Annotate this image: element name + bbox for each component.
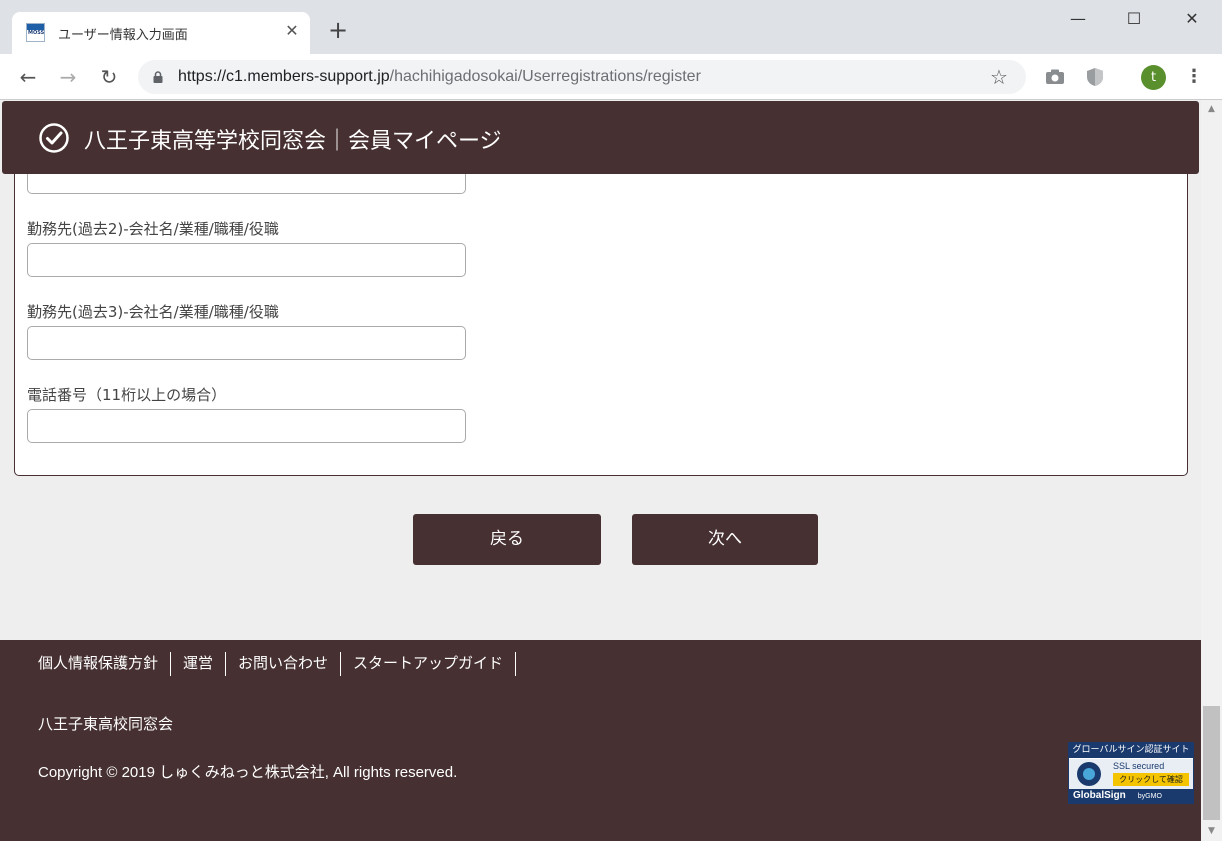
footer-link-operation[interactable]: 運営 bbox=[171, 652, 227, 676]
seal-click-text: クリックして確認 bbox=[1113, 773, 1189, 786]
tab-title: ユーザー情報入力画面 bbox=[58, 28, 188, 43]
seal-by: byGMO bbox=[1137, 793, 1162, 800]
site-footer: 個人情報保護方針 運営 お問い合わせ スタートアップガイド 八王子東高校同窓会 … bbox=[0, 640, 1201, 841]
footer-copyright: Copyright © 2019 しゅくみねっと株式会社, All rights… bbox=[38, 764, 458, 781]
menu-icon[interactable]: ⋮ bbox=[1184, 65, 1204, 89]
past-employer-3-input[interactable] bbox=[27, 326, 466, 360]
back-icon[interactable]: ← bbox=[14, 63, 42, 91]
seal-ssl-text: SSL secured bbox=[1113, 761, 1165, 771]
footer-org-name: 八王子東高校同窓会 bbox=[38, 715, 174, 733]
eye-icon bbox=[1077, 762, 1101, 786]
new-tab-button[interactable]: + bbox=[326, 18, 350, 42]
back-button[interactable]: 戻る bbox=[413, 514, 601, 565]
shield-icon[interactable] bbox=[1084, 66, 1106, 88]
footer-link-privacy[interactable]: 個人情報保護方針 bbox=[26, 652, 172, 676]
phone-input[interactable] bbox=[27, 409, 466, 443]
scroll-down-icon[interactable]: ▼ bbox=[1201, 824, 1222, 838]
maximize-button[interactable]: ☐ bbox=[1114, 4, 1154, 34]
scroll-thumb[interactable] bbox=[1203, 706, 1220, 820]
form-card: 勤務先(過去2)-会社名/業種/職種/役職 勤務先(過去3)-会社名/業種/職種… bbox=[14, 140, 1188, 476]
vertical-scrollbar[interactable]: ▲ ▼ bbox=[1201, 100, 1222, 841]
tab-close-icon[interactable]: ✕ bbox=[282, 21, 302, 41]
browser-toolbar: ← → ↻ https://c1.members-support.jp/hach… bbox=[0, 54, 1222, 100]
footer-link-startup-guide[interactable]: スタートアップガイド bbox=[341, 652, 517, 676]
field-label-past-employer-3: 勤務先(過去3)-会社名/業種/職種/役職 bbox=[27, 303, 279, 321]
footer-link-contact[interactable]: お問い合わせ bbox=[226, 652, 342, 676]
minimize-button[interactable]: — bbox=[1058, 4, 1098, 34]
profile-avatar[interactable]: t bbox=[1141, 65, 1166, 90]
address-bar[interactable]: https://c1.members-support.jp/hachihigad… bbox=[138, 60, 1026, 94]
url-text[interactable]: https://c1.members-support.jp/hachihigad… bbox=[178, 68, 701, 86]
close-window-button[interactable]: ✕ bbox=[1172, 4, 1212, 34]
bookmark-star-icon[interactable]: ☆ bbox=[990, 65, 1008, 89]
camera-icon[interactable] bbox=[1044, 66, 1066, 88]
site-header: 八王子東高等学校同窓会｜会員マイページ bbox=[2, 101, 1199, 174]
reload-icon[interactable]: ↻ bbox=[95, 63, 123, 91]
favicon-icon: MOSS bbox=[26, 23, 45, 42]
footer-links: 個人情報保護方針 運営 お問い合わせ スタートアップガイド bbox=[26, 652, 517, 676]
url-path: /hachihigadosokai/Userregistrations/regi… bbox=[389, 68, 701, 85]
seal-title: グローバルサイン認証サイト bbox=[1069, 743, 1193, 758]
check-circle-icon bbox=[39, 123, 69, 153]
page-viewport: 勤務先(過去2)-会社名/業種/職種/役職 勤務先(過去3)-会社名/業種/職種… bbox=[0, 100, 1222, 841]
forward-icon[interactable]: → bbox=[54, 63, 82, 91]
site-title: 八王子東高等学校同窓会｜会員マイページ bbox=[84, 129, 502, 154]
next-button[interactable]: 次へ bbox=[632, 514, 818, 565]
field-label-past-employer-2: 勤務先(過去2)-会社名/業種/職種/役職 bbox=[27, 220, 279, 238]
url-host: https://c1.members-support.jp bbox=[178, 68, 390, 85]
past-employer-2-input[interactable] bbox=[27, 243, 466, 277]
lock-icon bbox=[153, 71, 163, 83]
tab-strip: MOSS ユーザー情報入力画面 ✕ + — ☐ ✕ bbox=[0, 0, 1222, 54]
browser-tab[interactable]: MOSS ユーザー情報入力画面 ✕ bbox=[12, 12, 310, 54]
seal-brand: GlobalSign bbox=[1073, 790, 1126, 801]
globalsign-seal[interactable]: グローバルサイン認証サイト SSL secured クリックして確認 Globa… bbox=[1068, 742, 1194, 804]
field-label-phone: 電話番号（11桁以上の場合） bbox=[27, 386, 227, 404]
scroll-up-icon[interactable]: ▲ bbox=[1201, 102, 1222, 116]
